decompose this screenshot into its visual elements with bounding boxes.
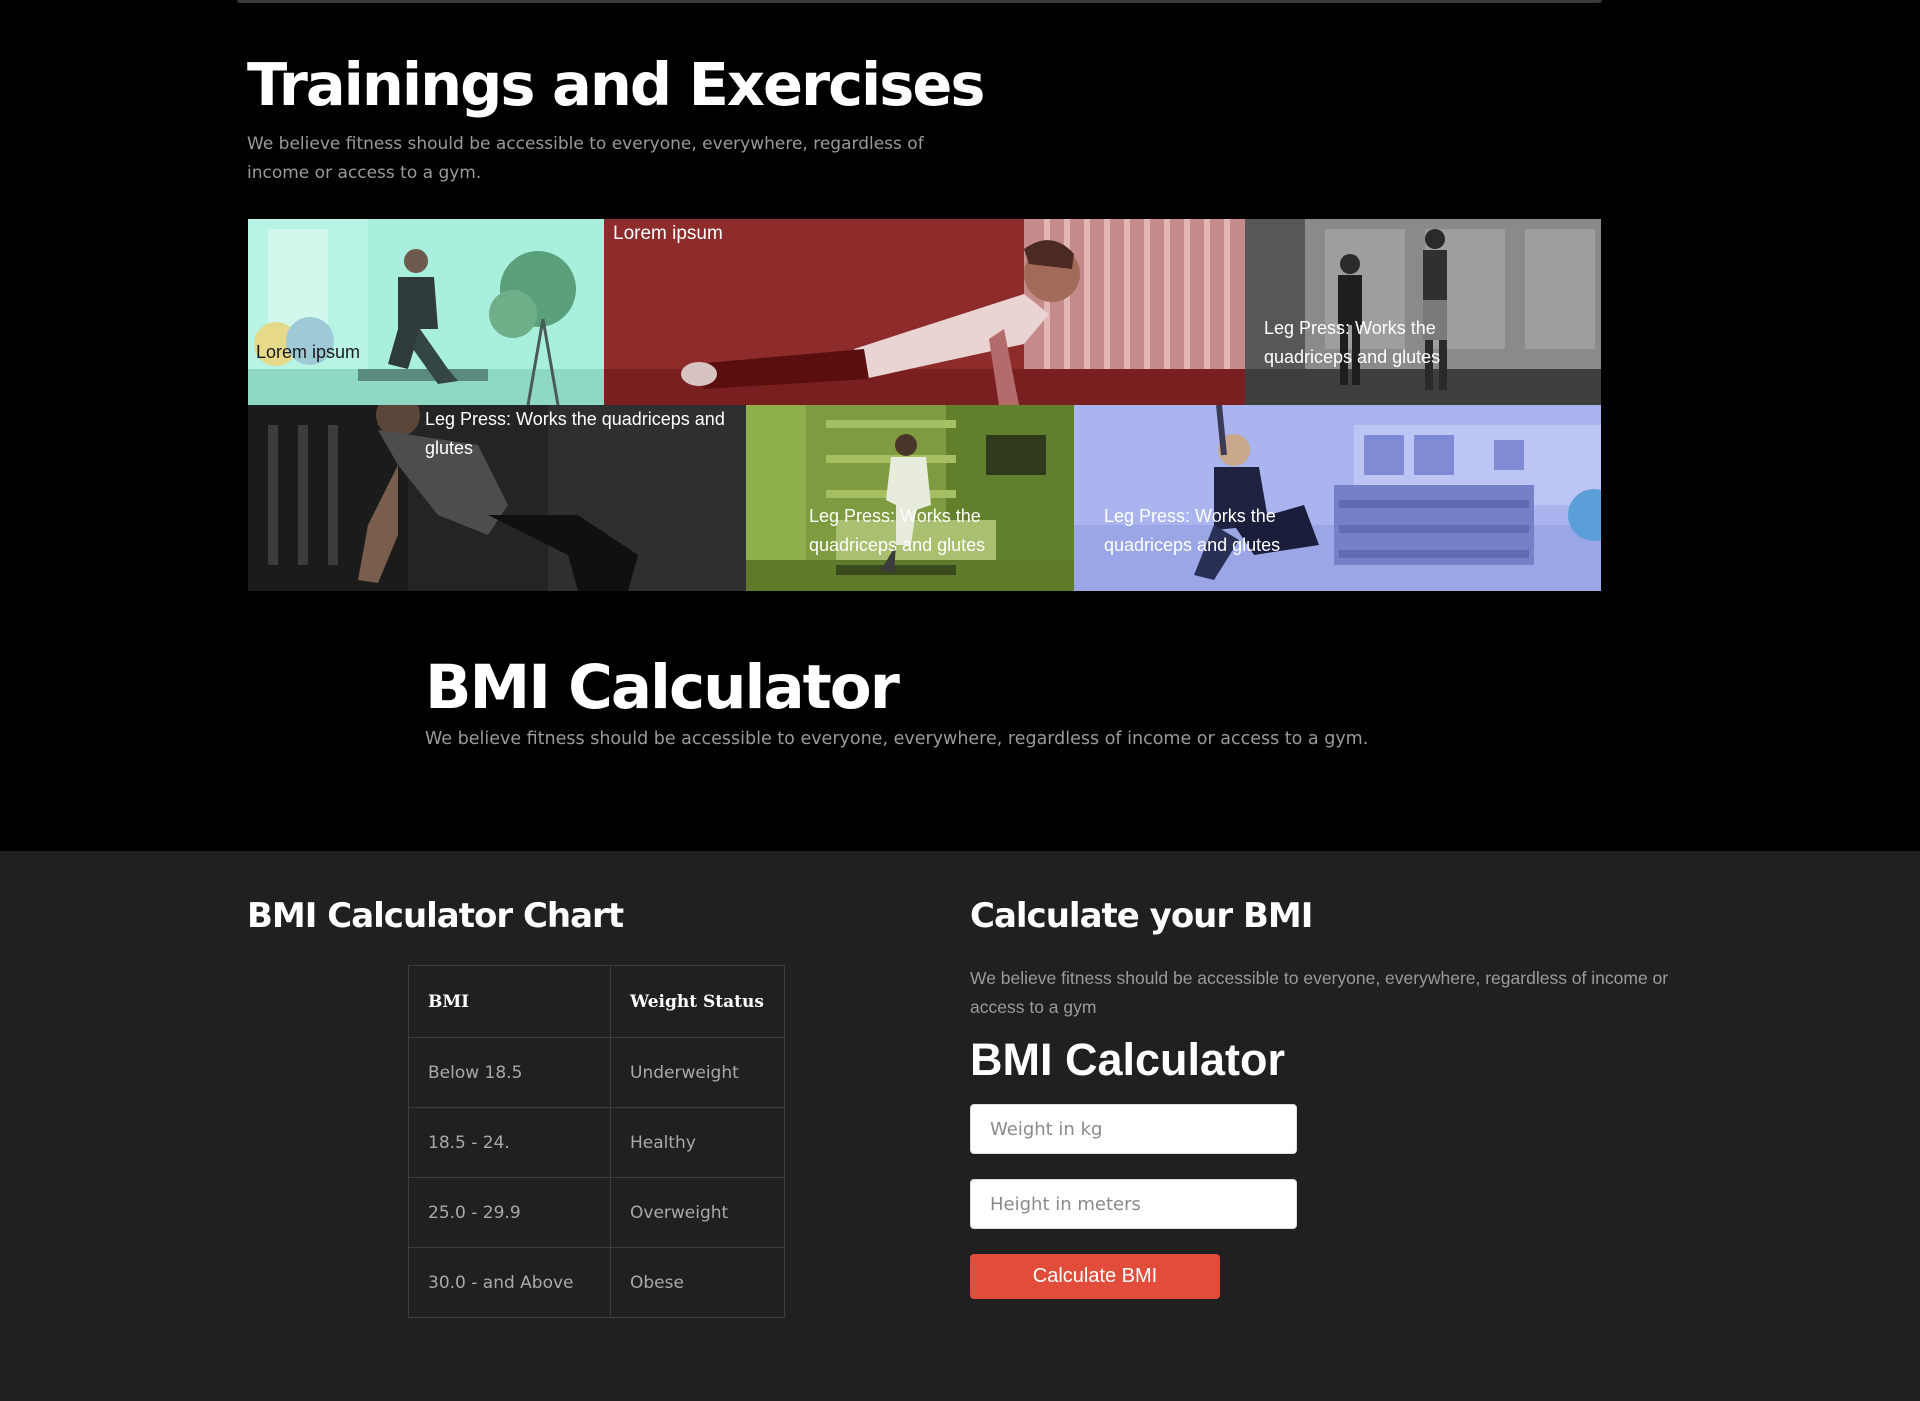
training-card-6-caption: Leg Press: Works the quadriceps and glut… — [1104, 506, 1281, 555]
training-card-4[interactable]: Leg Press: Works the quadriceps and glut… — [248, 405, 746, 591]
bmi-chart-table: BMI Weight Status Below 18.5 Underweight… — [408, 965, 785, 1318]
training-card-1[interactable]: Lorem ipsum — [248, 219, 604, 405]
table-header-weight-status: Weight Status — [610, 965, 785, 1038]
table-row: 18.5 - 24. Healthy — [408, 1107, 785, 1178]
bmi-hero-title: BMI Calculator — [425, 652, 900, 723]
training-photo-5 — [746, 405, 1074, 591]
table-cell-bmi: 25.0 - 29.9 — [408, 1177, 611, 1248]
trainings-title: Trainings and Exercises — [247, 50, 986, 119]
training-card-2[interactable]: Lorem ipsum — [604, 219, 1245, 405]
trainings-subtitle: We believe fitness should be accessible … — [247, 134, 924, 183]
table-row: 25.0 - 29.9 Overweight — [408, 1177, 785, 1248]
table-cell-status: Overweight — [610, 1177, 785, 1248]
table-cell-bmi: Below 18.5 — [408, 1037, 611, 1108]
table-header-row: BMI Weight Status — [408, 965, 785, 1038]
training-card-3[interactable]: Leg Press: Works the quadriceps and glut… — [1245, 219, 1601, 405]
calculate-bmi-title: Calculate your BMI — [970, 896, 1313, 936]
training-card-5-caption: Leg Press: Works the quadriceps and glut… — [809, 506, 986, 555]
training-card-1-caption: Lorem ipsum — [256, 342, 361, 362]
calculate-bmi-button[interactable]: Calculate BMI — [970, 1254, 1220, 1299]
weight-input[interactable] — [970, 1104, 1297, 1154]
training-photo-6 — [1074, 405, 1601, 591]
training-card-6[interactable]: Leg Press: Works the quadriceps and glut… — [1074, 405, 1601, 591]
training-photo-1 — [248, 219, 604, 405]
table-cell-bmi: 18.5 - 24. — [408, 1107, 611, 1178]
training-card-5[interactable]: Leg Press: Works the quadriceps and glut… — [746, 405, 1074, 591]
table-cell-status: Underweight — [610, 1037, 785, 1108]
bmi-hero-subtitle: We believe fitness should be accessible … — [425, 729, 1369, 749]
height-input[interactable] — [970, 1179, 1297, 1229]
training-card-3-caption: Leg Press: Works the quadriceps and glut… — [1264, 318, 1441, 367]
calculate-bmi-subtitle: We believe fitness should be accessible … — [970, 968, 1669, 1017]
table-cell-status: Healthy — [610, 1107, 785, 1178]
training-photo-3 — [1245, 219, 1601, 405]
bmi-form-title: BMI Calculator — [970, 1034, 1286, 1085]
training-card-2-caption: Lorem ipsum — [613, 223, 723, 244]
training-card-4-caption: Leg Press: Works the quadriceps and glut… — [425, 409, 725, 458]
bmi-chart-title: BMI Calculator Chart — [247, 896, 624, 936]
table-cell-bmi: 30.0 - and Above — [408, 1247, 611, 1318]
table-row: Below 18.5 Underweight — [408, 1037, 785, 1108]
table-row: 30.0 - and Above Obese — [408, 1247, 785, 1318]
table-cell-status: Obese — [610, 1247, 785, 1318]
table-header-bmi: BMI — [408, 965, 611, 1038]
top-divider — [237, 0, 1602, 3]
